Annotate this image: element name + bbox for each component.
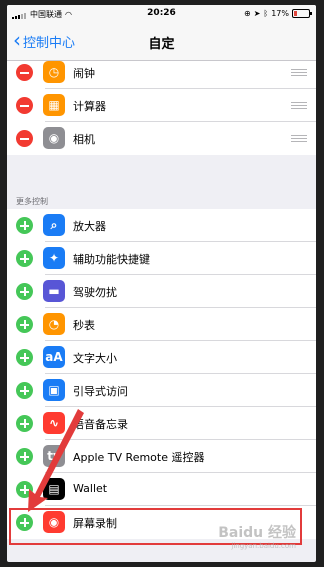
bluetooth-icon: ᛒ	[263, 9, 269, 18]
battery-icon	[292, 9, 312, 18]
battery-percent: 17%	[271, 9, 289, 18]
page-title: 自定	[148, 37, 175, 52]
annotation-arrow	[28, 409, 84, 512]
location-icon: ➤	[253, 9, 261, 18]
rotation-lock-icon: ⊕	[244, 9, 251, 18]
navigation-bar: ‹ 控制中心 自定	[7, 23, 316, 61]
status-bar: 中国联通 ◠ 20:26 ⊕ ➤ ᛒ 17%	[7, 5, 316, 23]
